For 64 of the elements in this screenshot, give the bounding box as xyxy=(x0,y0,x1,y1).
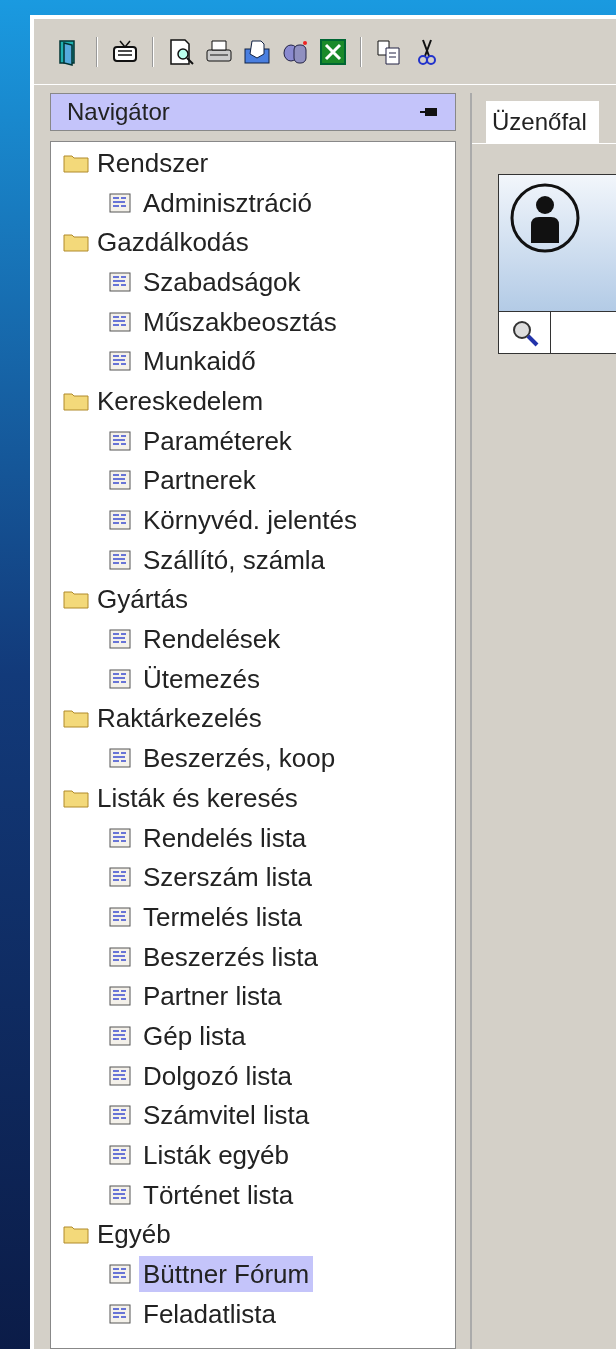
document-icon xyxy=(109,470,131,491)
document-icon xyxy=(109,192,131,213)
tab[interactable]: Üzenőfal xyxy=(486,101,599,143)
folder-icon xyxy=(63,589,89,610)
tree-item[interactable]: Szállító, számla xyxy=(139,541,330,578)
tree-item[interactable]: Ütemezés xyxy=(139,660,265,697)
tree-folder-label[interactable]: Raktárkezelés xyxy=(97,705,262,732)
tree-folder-label[interactable]: Listák és keresés xyxy=(97,784,298,811)
document-icon xyxy=(109,549,131,570)
folder-icon xyxy=(63,232,89,253)
spreadsheet-icon[interactable] xyxy=(318,36,348,67)
tree-item[interactable]: Gép lista xyxy=(139,1017,250,1054)
document-icon xyxy=(109,1264,131,1285)
pin-icon[interactable] xyxy=(419,106,439,118)
tree-item[interactable]: Partnerek xyxy=(139,462,260,499)
tree-folder-label[interactable]: Egyéb xyxy=(97,1221,171,1248)
document-icon xyxy=(109,1303,131,1324)
tree-item[interactable]: Műszakbeosztás xyxy=(139,303,341,340)
tree-item[interactable]: Beszerzés lista xyxy=(139,938,322,975)
tree-item[interactable]: Munkaidő xyxy=(139,343,260,380)
tree-folder-label[interactable]: Rendszer xyxy=(97,149,209,176)
folder-icon xyxy=(63,708,89,729)
tree-item[interactable]: Számvitel lista xyxy=(139,1097,314,1134)
document-icon xyxy=(109,271,131,292)
folder-icon xyxy=(63,1224,89,1245)
document-icon xyxy=(109,311,131,332)
tree-item[interactable]: Paraméterek xyxy=(139,422,296,459)
document-icon xyxy=(109,351,131,372)
tree-item[interactable]: Termelés lista xyxy=(139,898,306,935)
tree-item[interactable]: Környvéd. jelentés xyxy=(139,502,361,539)
tree-item[interactable]: Szerszám lista xyxy=(139,859,317,896)
document-icon xyxy=(109,430,131,451)
document-icon xyxy=(109,827,131,848)
tree-item[interactable]: Rendelések xyxy=(139,621,285,658)
tree-folder-label[interactable]: Gyártás xyxy=(97,586,189,613)
document-icon xyxy=(109,906,131,927)
tree-item[interactable]: Feladatlista xyxy=(139,1295,280,1332)
tree-item[interactable]: Büttner Fórum xyxy=(139,1256,314,1293)
folder-icon xyxy=(63,787,89,808)
document-icon xyxy=(109,510,131,531)
tree-folder-label[interactable]: Kereskedelem xyxy=(97,387,264,414)
document-icon xyxy=(109,1145,131,1166)
document-icon xyxy=(109,986,131,1007)
document-icon xyxy=(109,1025,131,1046)
document-icon xyxy=(109,1184,131,1205)
document-icon xyxy=(109,946,131,967)
tree-folder-label[interactable]: Gazdálkodás xyxy=(97,229,249,256)
tree-item[interactable]: Szabadságok xyxy=(139,263,305,300)
tree-item[interactable]: Dolgozó lista xyxy=(139,1057,296,1094)
document-icon xyxy=(109,748,131,769)
tree-item[interactable]: Adminisztráció xyxy=(139,184,317,221)
document-icon xyxy=(109,867,131,888)
tree-item[interactable]: Rendelés lista xyxy=(139,819,311,856)
folder-icon xyxy=(63,152,89,173)
folder-icon xyxy=(63,390,89,411)
tree-item[interactable]: Partner lista xyxy=(139,978,286,1015)
tree-item[interactable]: Beszerzés, koop xyxy=(139,740,340,777)
tree-item[interactable]: Listák egyéb xyxy=(139,1137,293,1174)
document-icon xyxy=(109,1105,131,1126)
navigator-title: Navigátor xyxy=(67,97,170,127)
document-icon xyxy=(109,629,131,650)
document-icon xyxy=(109,1065,131,1086)
document-icon xyxy=(109,668,131,689)
tree-item[interactable]: Történet lista xyxy=(139,1176,298,1213)
